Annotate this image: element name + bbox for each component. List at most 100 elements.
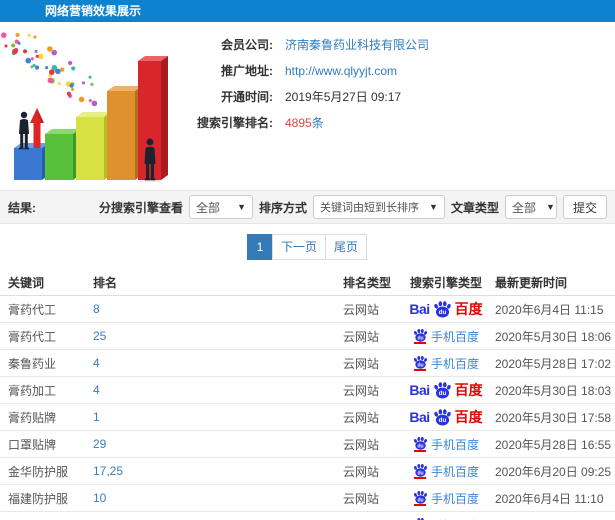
bar-orange: [107, 86, 142, 180]
time-cell: 2020年6月20日 09:25: [495, 464, 612, 479]
rank-link[interactable]: 17,25: [93, 464, 123, 478]
mobile-baidu-icon: du: [413, 463, 428, 479]
mobile-baidu-label: 手机百度: [431, 517, 479, 520]
engine-filter-select[interactable]: 全部 ▼: [189, 195, 254, 219]
baidu-logo-text: 百度: [454, 382, 483, 398]
time-cell: 2020年5月30日 18:03: [495, 383, 612, 398]
result-label: 结果:: [8, 200, 36, 215]
baidu-paw-icon: du: [414, 437, 427, 451]
baidu-logo-bai: Bai: [409, 301, 430, 317]
baidu-paw-icon: du: [414, 329, 427, 343]
mobile-baidu-label: 手机百度: [430, 329, 479, 344]
svg-text:du: du: [438, 309, 446, 316]
chevron-down-icon: ▼: [546, 202, 555, 212]
rank-type-cell: 云网站: [343, 356, 380, 371]
company-info: 会员公司: 济南秦鲁药业科技有限公司 推广地址: http://www.qlyy…: [178, 30, 615, 182]
table-row: 福建防护服 10 云网站 du 手机百度 2020年6月4日 11:10: [0, 485, 615, 512]
next-page-button[interactable]: 下一页: [271, 234, 326, 260]
member-company-link[interactable]: 济南秦鲁药业科技有限公司: [285, 38, 429, 52]
last-page-button[interactable]: 尾页: [325, 234, 368, 260]
baidu-paw-icon: du: [414, 491, 427, 505]
baidu-red-underline: [414, 449, 427, 452]
open-time-row: 开通时间: 2019年5月27日 09:17: [178, 90, 615, 104]
baidu-logo-text: 百度: [454, 301, 483, 317]
keyword-cell: 福建防护服: [8, 491, 69, 506]
promo-url-label: 推广地址:: [221, 64, 273, 78]
promo-url-link[interactable]: http://www.qlyyjt.com: [285, 64, 397, 78]
confetti-dots: [0, 32, 98, 107]
baidu-red-underline: [414, 341, 427, 344]
engine-cell: Bai du 百度: [405, 407, 487, 427]
rank-unit: 条: [311, 116, 324, 130]
table-row: du手机百度: [0, 512, 615, 520]
summary-section: 会员公司: 济南秦鲁药业科技有限公司 推广地址: http://www.qlyy…: [0, 22, 615, 190]
chevron-down-icon: ▼: [237, 202, 247, 212]
table-row: 秦鲁药业 4 云网站 du 手机百度 2020年5月28日 17:02: [0, 350, 615, 377]
results-table: 关键词 排名 排名类型 搜索引擎类型 最新更新时间 膏药代工 8 云网站 Bai…: [0, 270, 615, 520]
mobile-baidu-icon: du: [413, 328, 428, 344]
open-time-value: 2019年5月27日 09:17: [285, 90, 402, 104]
rank-count: 4895: [285, 116, 312, 130]
engine-cell: du手机百度: [405, 436, 487, 453]
mobile-baidu-label: 手机百度: [430, 437, 479, 452]
engine-cell: du手机百度: [405, 463, 487, 480]
engine-filter-value: 全部: [196, 200, 221, 215]
keyword-cell: 秦鲁药业: [8, 356, 57, 371]
mobile-baidu-label: 手机百度: [430, 491, 479, 506]
bar-yellow: [76, 112, 111, 180]
table-row: 膏药贴牌 1 云网站 Bai du 百度 2020年5月30日 17:58: [0, 404, 615, 431]
article-type-label: 文章类型: [450, 200, 499, 215]
rank-type-cell: 云网站: [343, 491, 380, 506]
table-body: 膏药代工 8 云网站 Bai du 百度 2020年6月4日 11:15 膏药代工 …: [0, 296, 615, 520]
time-cell: 2020年5月28日 16:55: [495, 437, 612, 452]
rank-link[interactable]: 4: [93, 383, 100, 397]
filter-bar: 结果: 分搜索引擎查看 全部 ▼ 排序方式 关键词由短到长排序 ▼ 文章类型 全…: [0, 190, 615, 224]
keyword-cell: 膏药贴牌: [8, 410, 57, 425]
table-row: 金华防护服 17,25 云网站 du 手机百度 2020年6月20日 09:25: [0, 458, 615, 485]
header-rank-type: 排名类型: [343, 276, 392, 290]
engine-cell: Bai du 百度: [405, 380, 487, 400]
time-cell: 2020年5月28日 17:02: [495, 356, 612, 371]
rank-link[interactable]: 1: [93, 410, 100, 424]
rank-link[interactable]: 4: [93, 356, 100, 370]
engine-filter-label: 分搜索引擎查看: [99, 200, 184, 215]
rank-link[interactable]: 25: [93, 329, 106, 343]
baidu-paw-icon: du: [433, 382, 451, 399]
header-keyword: 关键词: [8, 276, 45, 290]
engine-cell: du手机百度: [405, 517, 487, 520]
rank-type-cell: 云网站: [343, 437, 380, 452]
svg-text:du: du: [438, 390, 446, 397]
pagination: 1 下一页 尾页: [0, 224, 615, 270]
bar-green: [45, 129, 80, 180]
rank-link[interactable]: 8: [93, 302, 100, 316]
sort-select[interactable]: 关键词由短到长排序 ▼: [313, 195, 445, 219]
mobile-baidu-label: 手机百度: [430, 356, 479, 371]
member-company-row: 会员公司: 济南秦鲁药业科技有限公司: [178, 38, 615, 52]
rank-link[interactable]: 29: [93, 437, 106, 451]
rank-link[interactable]: 10: [93, 491, 106, 505]
engine-cell: du手机百度: [405, 355, 487, 372]
article-type-value: 全部: [511, 200, 536, 215]
engine-cell: Bai du 百度: [405, 299, 487, 319]
rank-type-cell: 云网站: [343, 302, 380, 317]
table-row: 膏药代工 25 云网站 du 手机百度 2020年5月30日 18:06: [0, 323, 615, 350]
mobile-baidu-label: 手机百度: [430, 464, 479, 479]
header-update-time: 最新更新时间: [495, 276, 568, 290]
engine-rank-label: 搜索引擎排名:: [197, 116, 273, 130]
sort-value: 关键词由短到长排序: [320, 202, 420, 214]
rank-type-cell: 云网站: [343, 410, 380, 425]
time-cell: 2020年6月4日 11:15: [495, 302, 604, 317]
baidu-paw-icon: du: [414, 464, 427, 478]
submit-button[interactable]: 提交: [562, 195, 607, 219]
baidu-red-underline: [414, 503, 427, 506]
keyword-cell: 膏药加工: [8, 383, 57, 398]
keyword-cell: 膏药代工: [8, 329, 57, 344]
keyword-cell: 金华防护服: [8, 464, 69, 479]
baidu-paw-icon: du: [433, 409, 451, 426]
page-1-button[interactable]: 1: [246, 234, 273, 260]
header-engine-type: 搜索引擎类型: [409, 276, 482, 290]
keyword-cell: 膏药代工: [8, 302, 57, 317]
growth-bar-chart-illustration: [0, 32, 168, 182]
article-type-select[interactable]: 全部 ▼: [504, 195, 557, 219]
header-rank: 排名: [93, 276, 118, 290]
